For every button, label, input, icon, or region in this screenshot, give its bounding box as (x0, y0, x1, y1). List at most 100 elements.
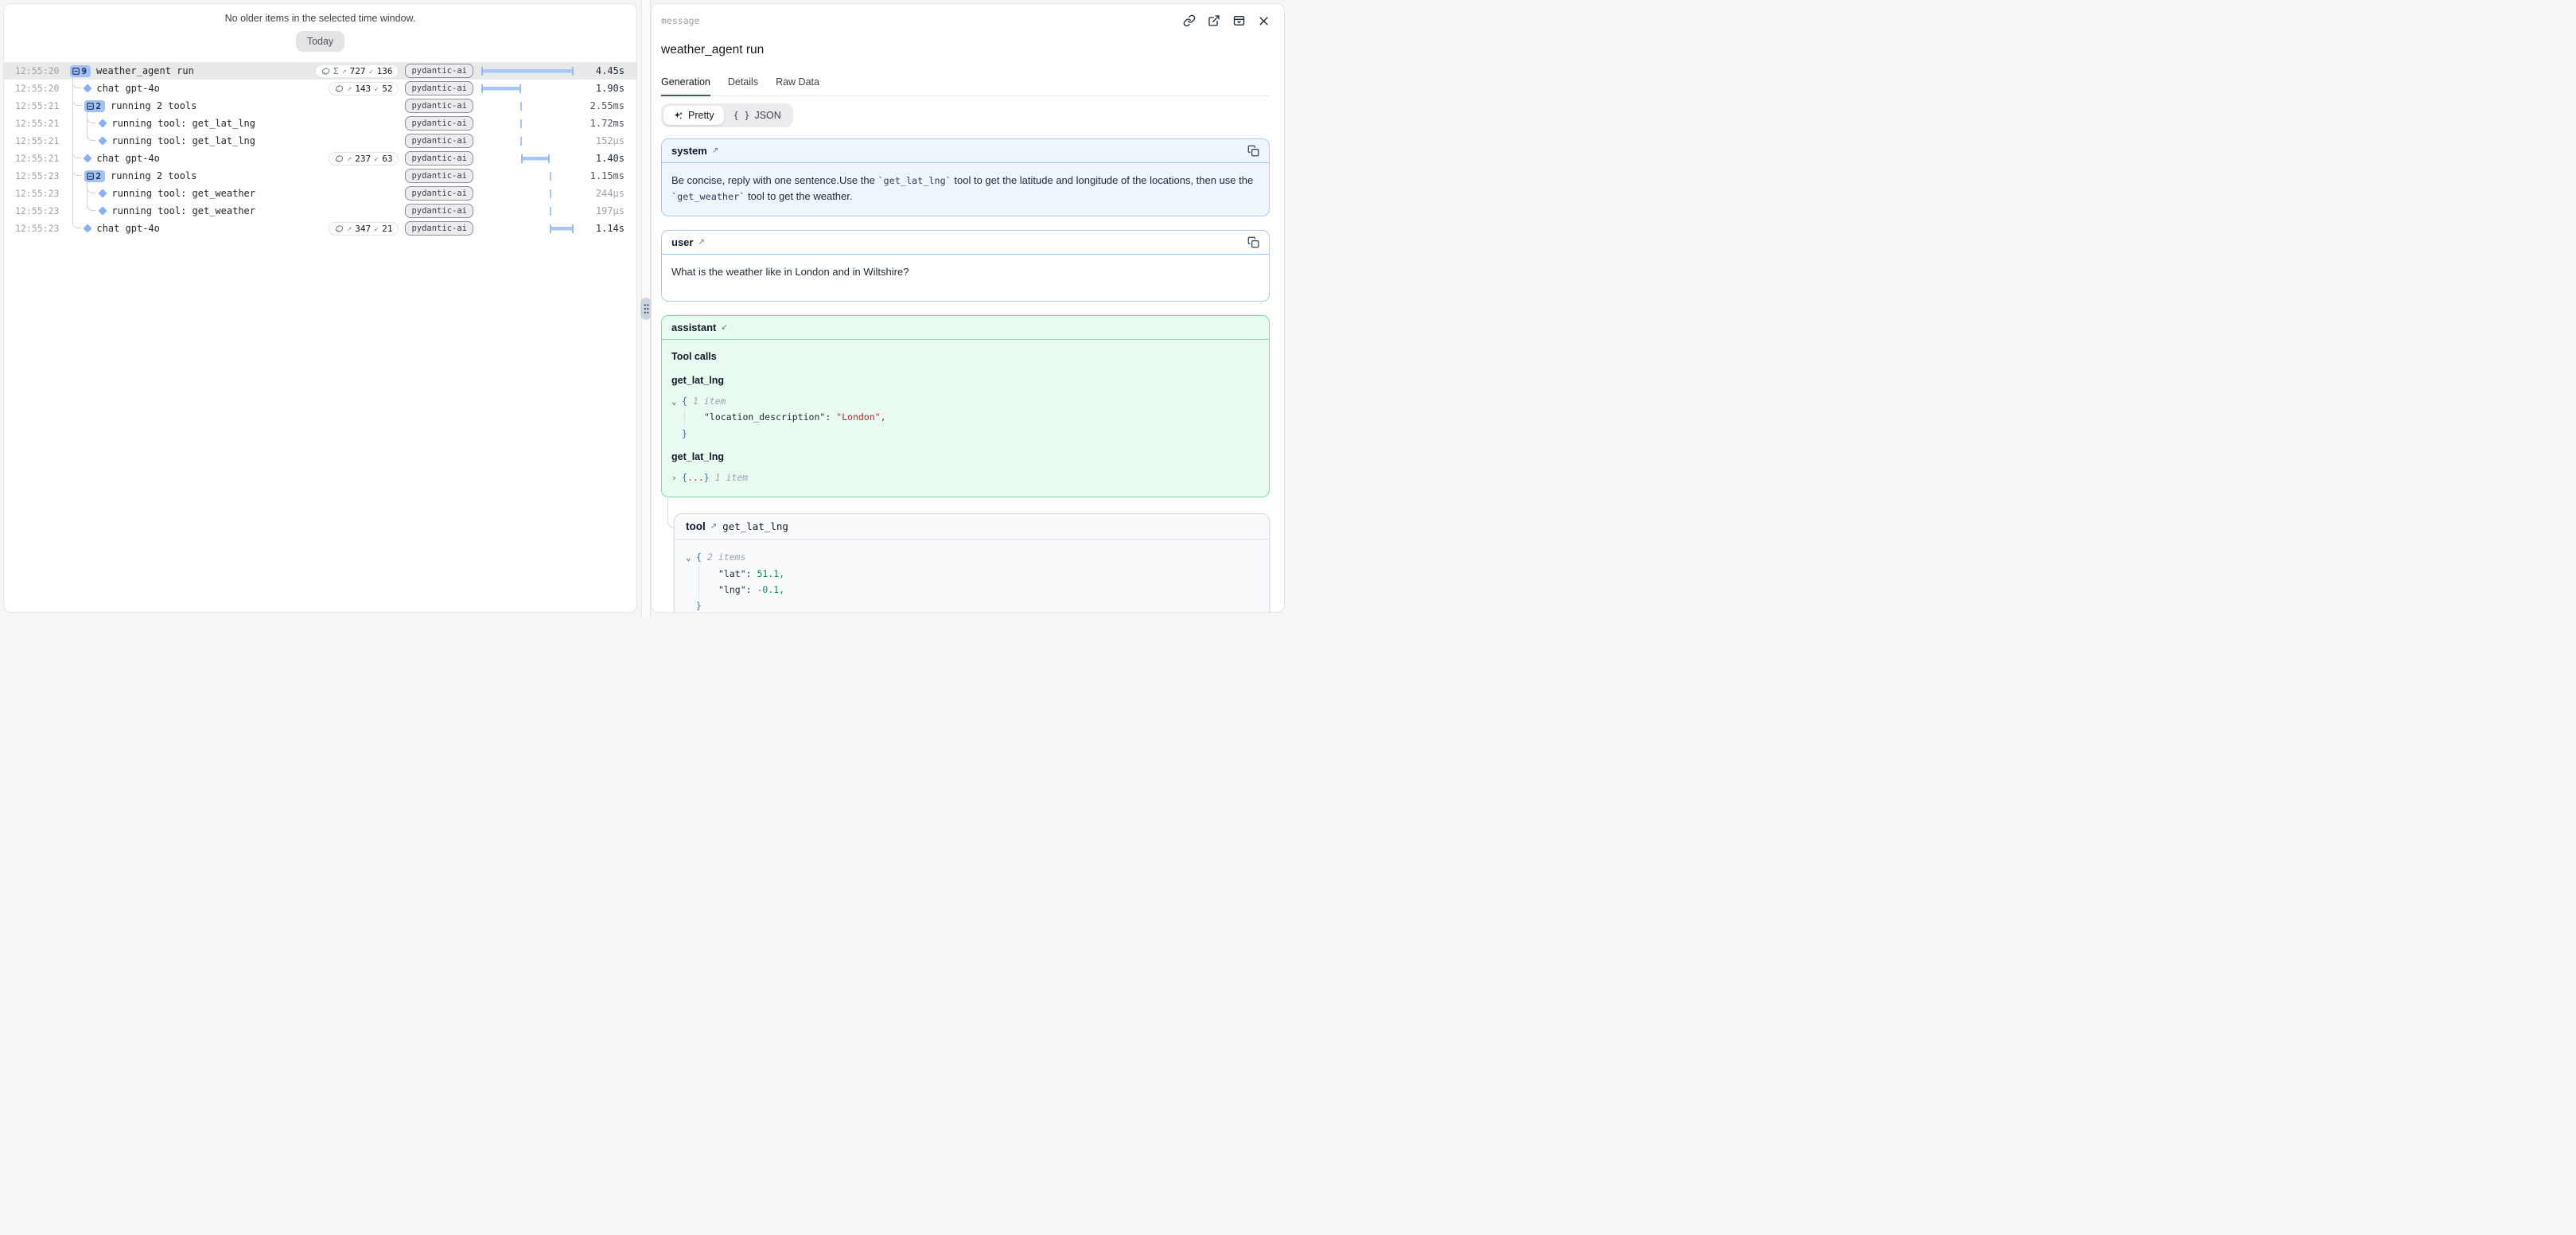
timeline-gutter (481, 220, 575, 237)
tab-generation[interactable]: Generation (661, 76, 710, 96)
trace-row[interactable]: 12:55:23 running tool: get_weather pydan… (4, 202, 636, 220)
span-name: running tool: get_weather (111, 205, 255, 216)
output-tokens-arrow-icon: ↙ (374, 224, 379, 233)
duration-bar (550, 224, 574, 233)
trace-row[interactable]: 12:55:21 running tool: get_lat_lng pydan… (4, 115, 636, 132)
no-older-items-notice: No older items in the selected time wind… (4, 13, 636, 24)
span-diamond-icon (84, 84, 92, 92)
token-coin-icon (335, 224, 344, 233)
row-timestamp: 12:55:23 (4, 170, 59, 181)
output-tokens: 52 (382, 84, 392, 94)
today-button[interactable]: Today (296, 31, 344, 52)
trace-row[interactable]: 12:55:20 chat gpt-4o ↗143 ↙52 pydantic-a… (4, 80, 636, 97)
open-in-new-icon[interactable] (1208, 14, 1220, 27)
expand-collapse-badge[interactable]: 2 (84, 100, 105, 112)
copy-button[interactable] (1247, 145, 1259, 157)
direction-arrow-icon: ↗ (710, 522, 717, 531)
output-tokens: 63 (382, 154, 392, 164)
item-count: 2 items (707, 549, 745, 565)
input-tokens-arrow-icon: ↗ (342, 67, 347, 76)
dock-panel-icon[interactable] (1232, 14, 1246, 27)
row-timestamp: 12:55:20 (4, 83, 59, 94)
span-diamond-icon (99, 189, 107, 197)
item-count: 1 item (715, 469, 749, 485)
pretty-view-option[interactable]: Pretty (663, 106, 724, 125)
json-children: "lat": 51.1, "lng": -0.1, (698, 566, 1258, 598)
row-timestamp: 12:55:23 (4, 188, 59, 199)
tab-details[interactable]: Details (728, 76, 758, 95)
timeline-gutter (481, 132, 575, 150)
message-system: system ↗ Be concise, reply with one sent… (661, 138, 1270, 216)
collapsed-ellipsis: ... (687, 469, 704, 485)
tool-calls-heading: Tool calls (671, 349, 1259, 364)
copy-icon (1247, 145, 1259, 157)
inline-code: `get_weather` (671, 191, 745, 202)
span-name: chat gpt-4o (96, 83, 159, 94)
trace-row[interactable]: 12:55:21 chat gpt-4o ↗237 ↙63 pydantic-a… (4, 150, 636, 167)
output-tokens-arrow-icon: ↙ (369, 67, 374, 76)
span-duration: 1.14s (575, 223, 625, 234)
tab-raw-data[interactable]: Raw Data (776, 76, 819, 95)
trace-row[interactable]: 12:55:23 running tool: get_weather pydan… (4, 185, 636, 202)
tool-name: get_lat_lng (722, 520, 788, 532)
json-view-option[interactable]: { } JSON (724, 106, 791, 125)
input-tokens-arrow-icon: ↗ (347, 84, 352, 93)
timeline-gutter (481, 80, 575, 97)
duration-bar (481, 84, 521, 93)
collapse-chevron-icon[interactable]: ⌄ (671, 394, 682, 409)
span-name: weather_agent run (96, 65, 194, 76)
copy-icon (1247, 236, 1259, 248)
expand-collapse-badge[interactable]: 2 (84, 170, 105, 182)
scope-tag: pydantic-ai (405, 116, 473, 131)
scope-tag: pydantic-ai (405, 151, 473, 166)
trace-row[interactable]: 12:55:23 chat gpt-4o ↗347 ↙21 pydantic-a… (4, 220, 636, 237)
timeline-gutter (481, 185, 575, 202)
panel-resize-handle[interactable] (640, 298, 652, 320)
collapse-chevron-icon[interactable]: ⌄ (686, 550, 696, 565)
expand-collapse-badge[interactable]: 9 (70, 65, 91, 77)
span-name: chat gpt-4o (96, 153, 159, 164)
timeline-gutter (481, 202, 575, 220)
direction-arrow-icon: ↗ (698, 238, 704, 247)
scope-tag: pydantic-ai (405, 134, 473, 148)
direction-arrow-icon: ↗ (712, 146, 718, 155)
trace-row[interactable]: 12:55:20 9 weather_agent run Σ ↗727 ↙136… (4, 62, 636, 80)
input-tokens-arrow-icon: ↗ (347, 154, 352, 163)
close-icon[interactable] (1258, 15, 1270, 27)
child-count: 2 (95, 171, 101, 181)
scope-tag: pydantic-ai (405, 99, 473, 113)
json-string-value: "London", (836, 409, 885, 425)
child-count: 2 (95, 101, 101, 111)
trace-row[interactable]: 12:55:21 running tool: get_lat_lng pydan… (4, 132, 636, 150)
minus-square-icon (87, 103, 94, 110)
span-list: 12:55:20 9 weather_agent run Σ ↗727 ↙136… (4, 62, 636, 237)
token-usage-badge: ↗143 ↙52 (329, 82, 399, 95)
copy-button[interactable] (1247, 236, 1259, 248)
json-key: "lng": (718, 582, 752, 598)
detail-tabs: Generation Details Raw Data (661, 76, 1270, 96)
span-duration: 2.55ms (575, 100, 625, 111)
timeline-gutter (481, 62, 575, 80)
span-name: running tool: get_weather (111, 188, 255, 199)
direction-arrow-icon: ↙ (721, 323, 727, 332)
span-duration: 244µs (575, 188, 625, 199)
copy-link-icon[interactable] (1183, 14, 1196, 27)
output-tokens: 136 (377, 66, 393, 76)
inline-code: `get_lat_lng` (877, 175, 951, 186)
json-key: "lat": (718, 566, 752, 582)
message-assistant: assistant ↙ Tool calls get_lat_lng ⌄{1 i… (661, 315, 1270, 497)
scope-tag: pydantic-ai (405, 169, 473, 183)
span-duration: 1.90s (575, 83, 625, 94)
expand-chevron-icon[interactable]: › (671, 470, 682, 485)
json-kv-line: "lat": 51.1, (718, 566, 1258, 582)
span-detail-panel: message weather_agent run Generation Det… (651, 3, 1285, 613)
role-label: system (671, 145, 707, 157)
span-duration: 1.72ms (575, 118, 625, 129)
trace-row[interactable]: 12:55:21 2 running 2 tools pydantic-ai 2… (4, 97, 636, 115)
item-count: 1 item (693, 393, 726, 409)
span-diamond-icon (84, 224, 92, 232)
trace-row[interactable]: 12:55:23 2 running 2 tools pydantic-ai 1… (4, 167, 636, 185)
detail-title: weather_agent run (661, 43, 1270, 57)
token-usage-badge: ↗347 ↙21 (329, 222, 399, 236)
duration-bar (550, 189, 551, 198)
